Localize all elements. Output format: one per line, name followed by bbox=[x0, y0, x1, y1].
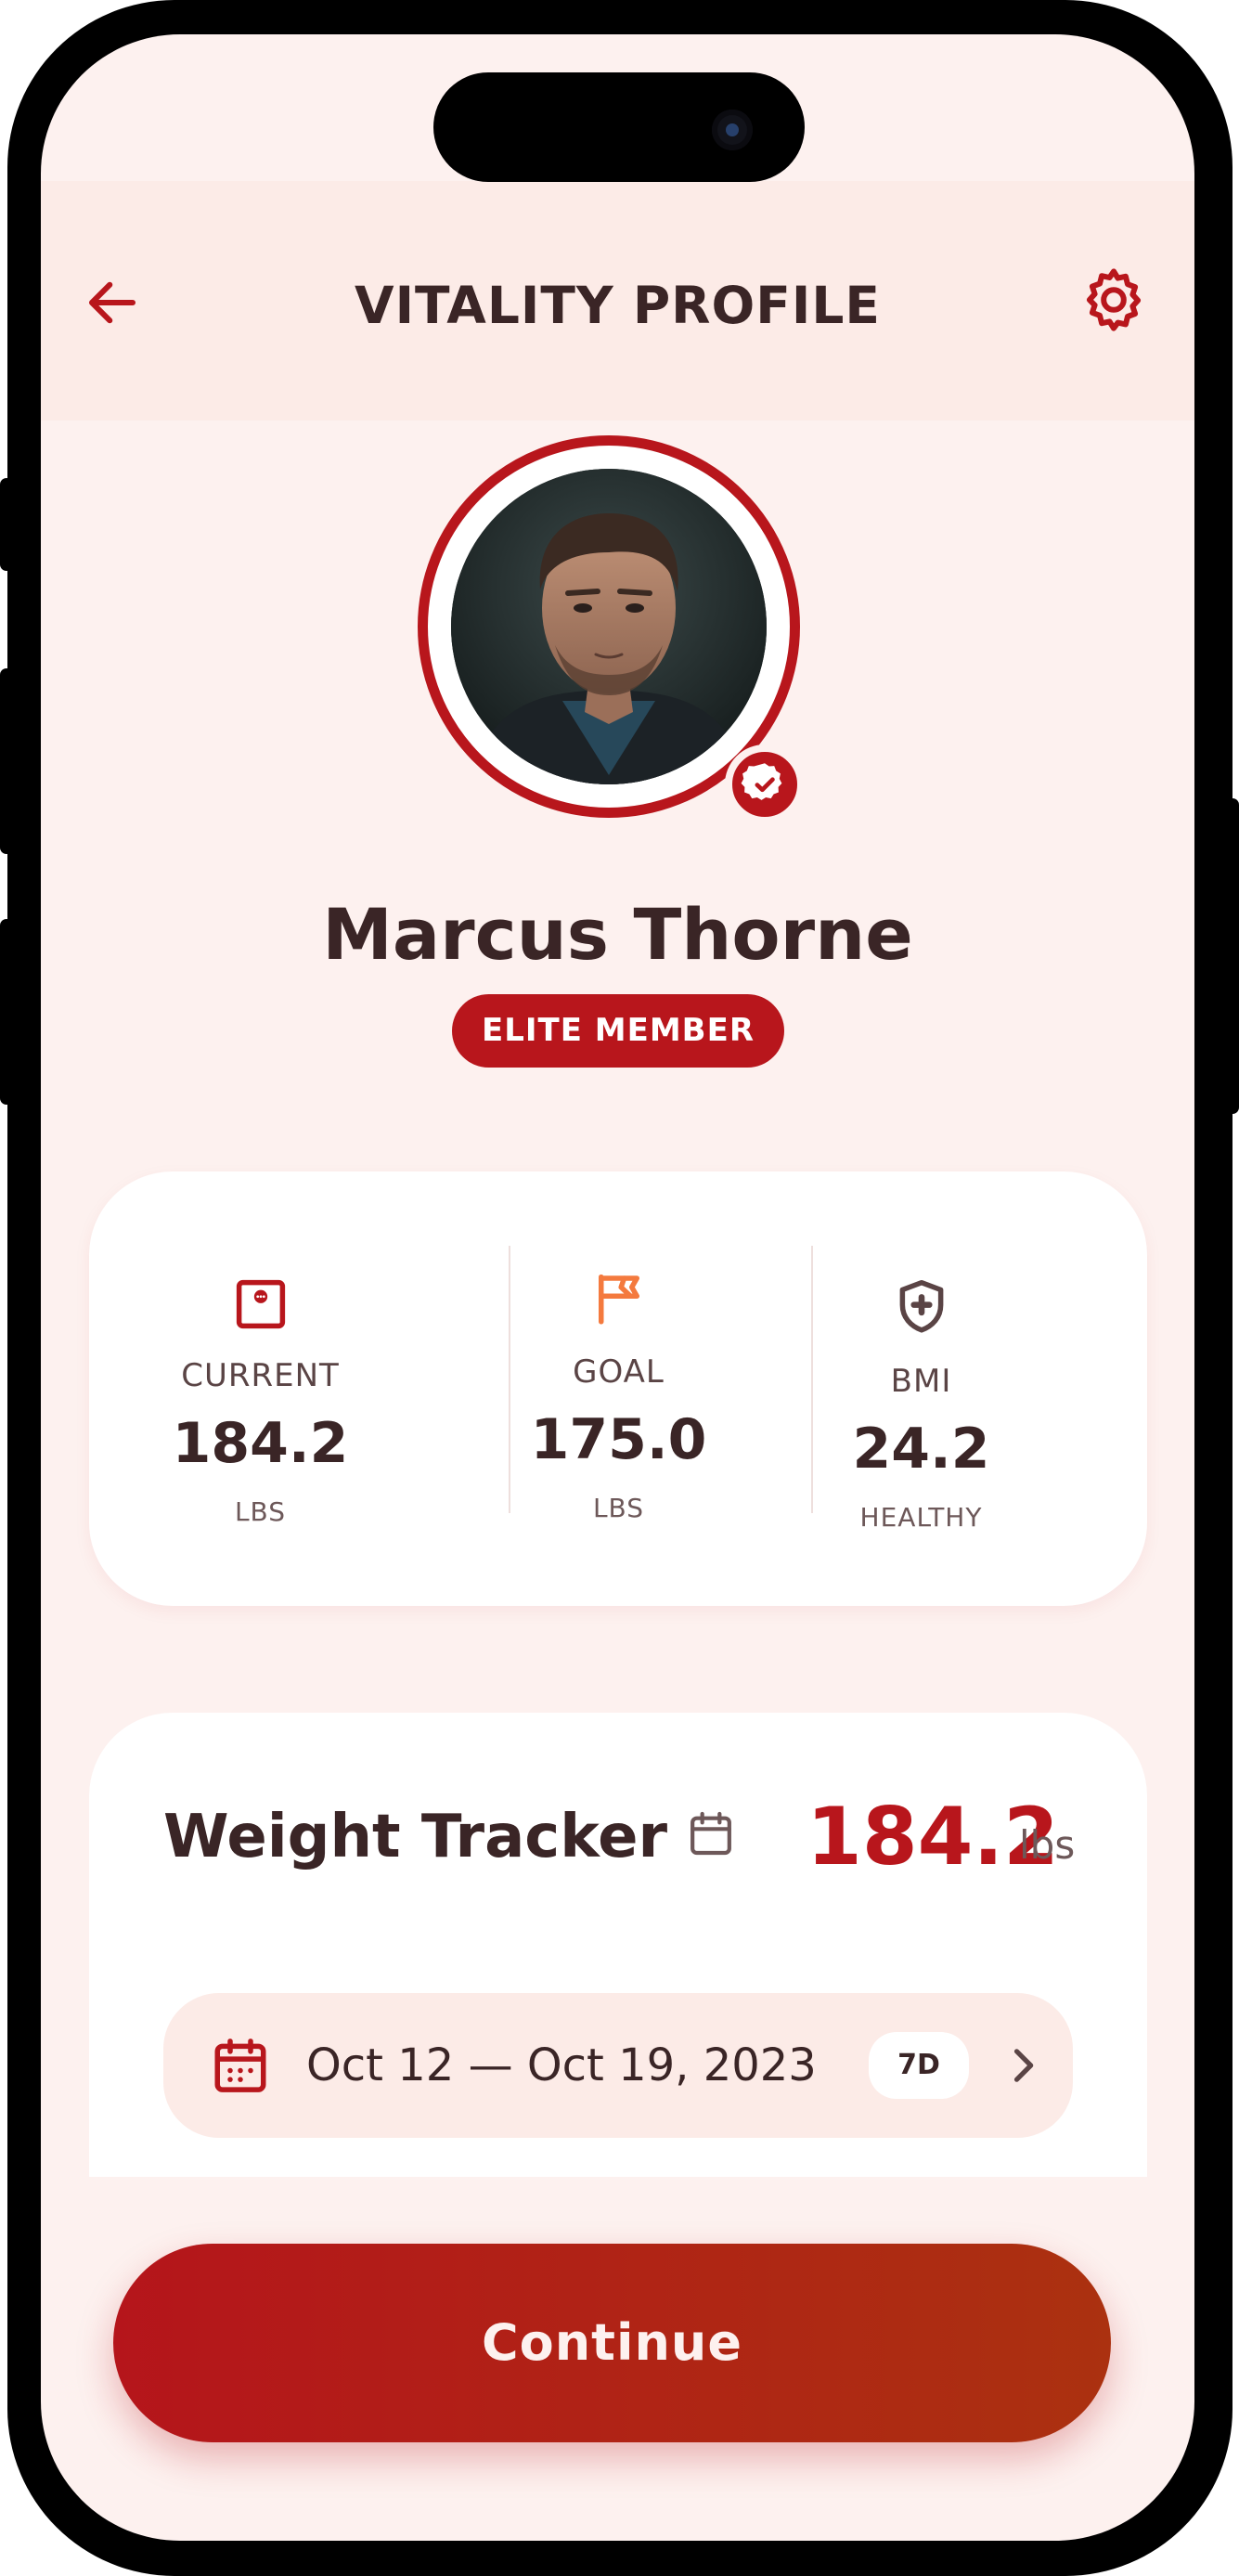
continue-button[interactable]: Continue bbox=[113, 2244, 1111, 2442]
avatar[interactable] bbox=[451, 469, 767, 784]
calendar-icon bbox=[214, 2039, 266, 2092]
shield-plus-icon bbox=[899, 1279, 944, 1333]
stat-value: 24.2 bbox=[852, 1417, 990, 1482]
gear-icon[interactable] bbox=[1080, 266, 1147, 333]
side-button bbox=[0, 919, 13, 1105]
flag-icon bbox=[599, 1274, 639, 1325]
stat-label: CURRENT bbox=[181, 1357, 340, 1394]
side-button bbox=[0, 668, 13, 854]
stat-bmi: BMI 24.2 HEALTHY bbox=[770, 1171, 1072, 1606]
tracker-unit: lbs bbox=[1019, 1822, 1076, 1868]
date-range-text: Oct 12 — Oct 19, 2023 bbox=[306, 2039, 817, 2091]
membership-badge: ELITE MEMBER bbox=[452, 994, 784, 1068]
profile-name: Marcus Thorne bbox=[322, 893, 913, 976]
stat-unit: HEALTHY bbox=[859, 1502, 983, 1533]
stat-label: GOAL bbox=[573, 1353, 665, 1391]
page-title: VITALITY PROFILE bbox=[355, 276, 881, 335]
stat-value: 184.2 bbox=[172, 1411, 349, 1476]
verified-badge-icon bbox=[725, 744, 805, 824]
stat-label: BMI bbox=[890, 1363, 952, 1400]
phone-screen: VITALITY PROFILE Marcus Thorne ELITE MEM… bbox=[41, 34, 1194, 2541]
stats-card: CURRENT 184.2 LBS GOAL 175.0 LBS BMI 24.… bbox=[89, 1171, 1147, 1606]
stat-unit: LBS bbox=[234, 1496, 287, 1527]
stat-value: 175.0 bbox=[530, 1407, 707, 1472]
chevron-right-icon[interactable] bbox=[999, 2041, 1047, 2090]
side-button bbox=[1226, 798, 1239, 1114]
stat-current: CURRENT 184.2 LBS bbox=[110, 1171, 411, 1606]
top-bar: VITALITY PROFILE bbox=[41, 181, 1194, 421]
tracker-title: Weight Tracker bbox=[163, 1803, 668, 1871]
dynamic-island bbox=[433, 72, 805, 182]
date-range-selector[interactable]: Oct 12 — Oct 19, 2023 7D bbox=[163, 1993, 1073, 2138]
weight-tracker-card: Weight Tracker 184.2 lbs Oct 12 — Oct 19… bbox=[89, 1713, 1147, 2177]
calendar-icon[interactable] bbox=[685, 1806, 737, 1861]
stat-goal: GOAL 175.0 LBS bbox=[468, 1171, 769, 1606]
scale-icon bbox=[236, 1279, 286, 1329]
stat-unit: LBS bbox=[592, 1493, 645, 1523]
range-chip[interactable]: 7D bbox=[869, 2032, 969, 2099]
camera-icon bbox=[712, 110, 753, 150]
side-button bbox=[0, 478, 13, 571]
